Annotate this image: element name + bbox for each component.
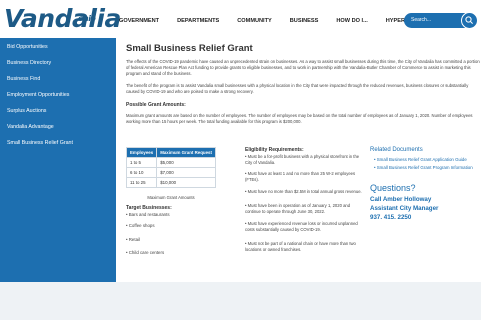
site-logo[interactable]: Vandalia ohio (4, 2, 121, 36)
list-item: • Bars and restaurants (126, 212, 170, 217)
logo-state: ohio (78, 14, 96, 23)
list-item: • Must have at least 1 and no more than … (245, 171, 356, 182)
sidebar-item-relief-grant[interactable]: Small Business Relief Grant (7, 140, 73, 146)
table-row: 11 to 25 $10,000 (125, 177, 216, 188)
table-row: 6 to 10 $7,000 (125, 167, 216, 178)
list-item: • Must have no more than $2.5M in total … (245, 189, 362, 194)
intro-paragraph: The effects of the COVID-19 pandemic hav… (126, 59, 480, 76)
list-item: • Must have experienced revenue loss or … (245, 221, 358, 232)
table-cell: 11 to 25 (125, 177, 158, 188)
contact-title: Assistant City Manager (370, 205, 439, 212)
related-documents-heading: Related Documents (370, 147, 423, 153)
logo-text: Vandalia (4, 4, 121, 33)
nav-community[interactable]: COMMUNITY (228, 14, 281, 28)
table-header-row: Employees Maximum Grant Request (125, 147, 216, 158)
contact-name: Call Amber Holloway (370, 196, 432, 203)
table-caption: Maximum Grant Amounts (147, 195, 195, 200)
table-cell: 1 to 5 (125, 157, 158, 168)
related-document-link[interactable]: • Small Business Relief Grant Applicatio… (374, 157, 467, 162)
main-content: Small Business Relief Grant The effects … (125, 38, 481, 320)
nav-how-do-i[interactable]: HOW DO I... (327, 14, 376, 28)
main-nav: GOVERNMENT DEPARTMENTS COMMUNITY BUSINES… (110, 14, 436, 28)
sidebar-nav: Bid Opportunities Business Directory Bus… (0, 38, 116, 282)
site-header: Vandalia ohio GOVERNMENT DEPARTMENTS COM… (0, 0, 481, 38)
related-document-link[interactable]: • Small Business Relief Grant Program In… (374, 165, 473, 170)
page-footer (0, 282, 481, 320)
sidebar-item-employment[interactable]: Employment Opportunities (7, 92, 69, 98)
sidebar-item-bid-opportunities[interactable]: Bid Opportunities (7, 44, 48, 50)
target-heading: Target Businesses: (126, 205, 172, 211)
column-header-max-grant: Maximum Grant Request (156, 147, 216, 158)
sidebar-item-business-directory[interactable]: Business Directory (7, 60, 51, 66)
sidebar-item-vandalia-advantage[interactable]: Vandalia Advantage (7, 124, 54, 130)
questions-heading: Questions? (370, 183, 416, 193)
search-button[interactable] (461, 12, 478, 29)
list-item: • Must be a for-profit business with a p… (245, 154, 360, 165)
award-paragraph: Maximum grant amounts are based on the n… (126, 113, 473, 124)
list-item: • Must not be part of a national chain o… (245, 241, 356, 252)
search-input[interactable]: Search... (404, 12, 478, 29)
benefit-paragraph: The benefit of the program is to assist … (126, 83, 469, 94)
nav-business[interactable]: BUSINESS (281, 14, 328, 28)
grant-amount-table: Employees Maximum Grant Request 1 to 5 $… (125, 147, 216, 188)
table-cell: 6 to 10 (125, 167, 158, 178)
award-heading: Possible Grant Amounts: (126, 102, 186, 108)
list-item: • Retail (126, 237, 140, 242)
eligibility-heading: Eligibility Requirements: (245, 147, 304, 153)
table-cell: $7,000 (156, 167, 216, 178)
search-icon (465, 16, 473, 24)
nav-government[interactable]: GOVERNMENT (110, 14, 168, 28)
page-title: Small Business Relief Grant (126, 43, 253, 54)
contact-phone[interactable]: 937. 415. 2250 (370, 214, 411, 221)
column-header-employees: Employees (125, 147, 158, 158)
list-item: • Must have been in operation as of Janu… (245, 203, 351, 214)
search-placeholder: Search... (411, 17, 432, 23)
list-item: • Child care centers (126, 250, 165, 255)
nav-departments[interactable]: DEPARTMENTS (168, 14, 228, 28)
table-cell: $5,000 (156, 157, 216, 168)
sidebar-item-surplus-auctions[interactable]: Surplus Auctions (7, 108, 46, 114)
sidebar-item-business-find[interactable]: Business Find (7, 76, 40, 82)
table-cell: $10,000 (156, 177, 216, 188)
list-item: • Coffee shops (126, 223, 155, 228)
table-row: 1 to 5 $5,000 (125, 157, 216, 168)
